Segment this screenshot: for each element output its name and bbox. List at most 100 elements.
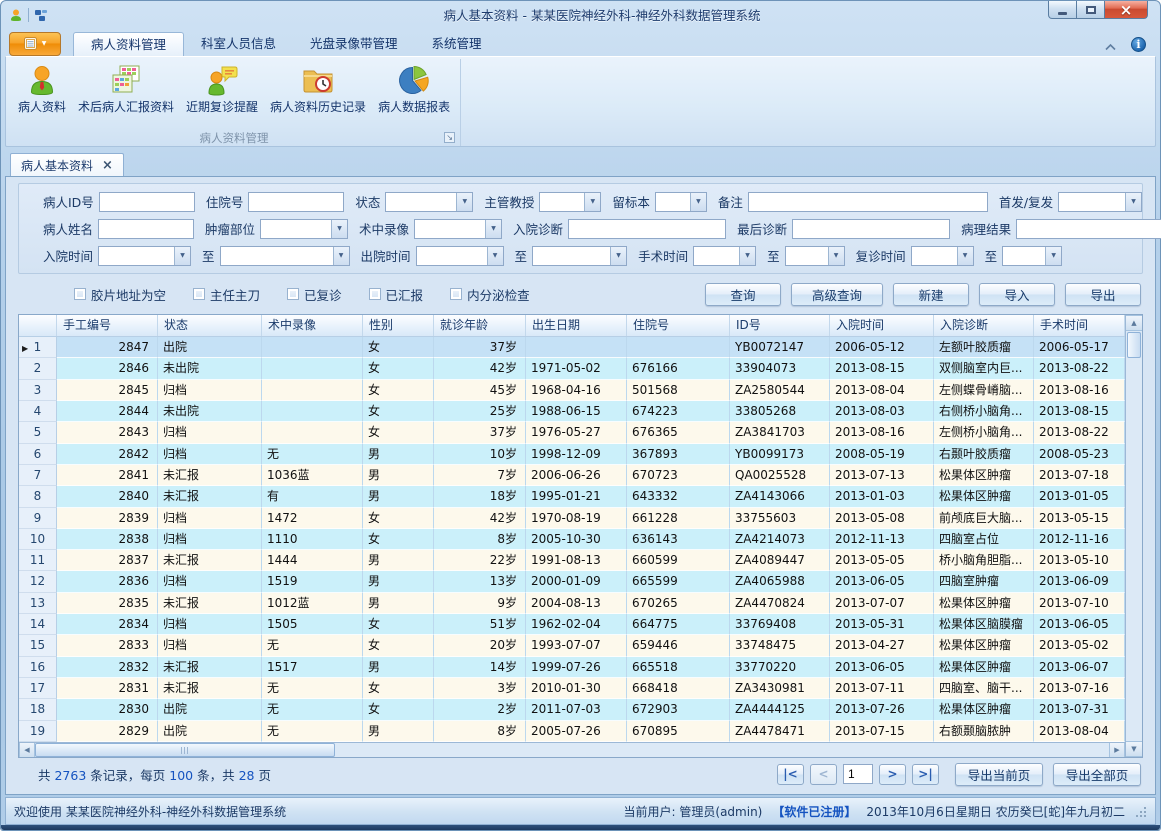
table-row[interactable]: 42844未出院女25岁1988-06-15674223338052682013… xyxy=(19,401,1125,422)
scroll-left-icon[interactable] xyxy=(19,743,35,757)
first-page-button[interactable]: |< xyxy=(777,764,804,785)
table-row[interactable]: 92839归档1472女42岁1970-08-19661228337556032… xyxy=(19,508,1125,529)
ribbon-button-2[interactable]: 术后病人汇报资料 xyxy=(72,59,180,117)
table-row[interactable]: 112837未汇报1444男22岁1991-08-13660599ZA40894… xyxy=(19,550,1125,571)
ribbon-tab-2[interactable]: 科室人员信息 xyxy=(184,32,293,56)
chevron-down-icon[interactable] xyxy=(331,220,347,238)
tab-patient-basic-info[interactable]: 病人基本资料 xyxy=(10,153,124,176)
filter-input-r2-4[interactable] xyxy=(568,219,726,239)
column-header-8[interactable]: 住院号 xyxy=(627,315,730,336)
info-icon[interactable] xyxy=(1131,37,1146,52)
dialog-launcher-icon[interactable] xyxy=(444,132,455,143)
tab-close-icon[interactable] xyxy=(102,158,113,172)
action-button-3[interactable]: 新建 xyxy=(893,283,969,306)
ribbon-button-4[interactable]: 病人资料历史记录 xyxy=(264,59,372,117)
last-page-button[interactable]: >| xyxy=(912,764,939,785)
table-row[interactable]: 142834归档1505女51岁1962-02-0466477533769408… xyxy=(19,614,1125,635)
table-row[interactable]: 182830出院无女2岁2011-07-03672903ZA4444125201… xyxy=(19,699,1125,720)
chevron-down-icon[interactable] xyxy=(1045,247,1061,265)
registered-link[interactable]: 【软件已注册】 xyxy=(772,803,856,820)
checkbox-4[interactable]: 已汇报 xyxy=(369,285,424,304)
page-number-input[interactable] xyxy=(843,764,873,784)
ribbon-collapse-button[interactable] xyxy=(1104,43,1117,51)
chevron-down-icon[interactable] xyxy=(1125,193,1141,211)
next-page-button[interactable]: > xyxy=(879,764,906,785)
action-button-2[interactable]: 高级查询 xyxy=(791,283,883,306)
chevron-down-icon[interactable] xyxy=(690,193,706,211)
action-button-1[interactable]: 查询 xyxy=(705,283,781,306)
scroll-down-icon[interactable] xyxy=(1126,741,1142,757)
column-header-12[interactable]: 手术时间 xyxy=(1034,315,1125,336)
vertical-scrollbar[interactable] xyxy=(1125,315,1142,757)
table-row[interactable]: 122836归档1519男13岁2000-01-09665599ZA406598… xyxy=(19,571,1125,592)
column-header-9[interactable]: ID号 xyxy=(730,315,830,336)
filter-combo-r3-6[interactable] xyxy=(785,246,845,266)
minimize-button[interactable] xyxy=(1048,1,1077,19)
table-row[interactable]: 82840未汇报有男18岁1995-01-21643332ZA414306620… xyxy=(19,486,1125,507)
v-scrollbar-thumb[interactable] xyxy=(1127,332,1141,358)
export-current-page-button[interactable]: 导出当前页 xyxy=(955,763,1043,786)
checkbox-3[interactable]: 已复诊 xyxy=(287,285,342,304)
prev-page-button[interactable]: < xyxy=(810,764,837,785)
ribbon-tab-4[interactable]: 系统管理 xyxy=(415,32,499,56)
ribbon-button-1[interactable]: 病人资料 xyxy=(12,59,72,117)
table-row[interactable]: 172831未汇报无女3岁2010-01-30668418ZA343098120… xyxy=(19,678,1125,699)
filter-combo-r1-4[interactable] xyxy=(539,192,601,212)
filter-input-r2-5[interactable] xyxy=(792,219,950,239)
action-button-4[interactable]: 导入 xyxy=(979,283,1055,306)
table-row[interactable]: 102838归档1110女8岁2005-10-30636143ZA4214073… xyxy=(19,529,1125,550)
ribbon-button-3[interactable]: 近期复诊提醒 xyxy=(180,59,264,117)
maximize-button[interactable] xyxy=(1077,1,1104,19)
chevron-down-icon[interactable] xyxy=(584,193,600,211)
filter-input-r2-1[interactable] xyxy=(98,219,194,239)
column-header-3[interactable]: 状态 xyxy=(158,315,262,336)
filter-combo-r3-2[interactable] xyxy=(220,246,350,266)
checkbox-1[interactable]: 胶片地址为空 xyxy=(74,285,166,304)
filter-combo-r2-2[interactable] xyxy=(260,219,348,239)
column-header-6[interactable]: 就诊年龄 xyxy=(434,315,526,336)
column-header-2[interactable]: 手工编号 xyxy=(57,315,158,336)
chevron-down-icon[interactable] xyxy=(333,247,349,265)
filter-input-r1-2[interactable] xyxy=(248,192,344,212)
table-row[interactable]: 192829出院无男8岁2005-07-26670895ZA4478471201… xyxy=(19,721,1125,742)
checkbox-2[interactable]: 主任主刀 xyxy=(193,285,260,304)
table-row[interactable]: 62842归档无男10岁1998-12-09367893YB0099173200… xyxy=(19,444,1125,465)
scroll-right-icon[interactable] xyxy=(1109,743,1125,757)
v-scrollbar-track[interactable] xyxy=(1126,359,1142,741)
table-row[interactable]: 152833归档无女20岁1993-07-0765944633748475201… xyxy=(19,635,1125,656)
chevron-down-icon[interactable] xyxy=(957,247,973,265)
ribbon-button-5[interactable]: 病人数据报表 xyxy=(372,59,456,117)
column-header-5[interactable]: 性别 xyxy=(363,315,434,336)
ribbon-tab-3[interactable]: 光盘录像带管理 xyxy=(293,32,415,56)
column-header-4[interactable]: 术中录像 xyxy=(262,315,363,336)
table-row[interactable]: 22846未出院女42岁1971-05-02676166339040732013… xyxy=(19,358,1125,379)
chevron-down-icon[interactable] xyxy=(174,247,190,265)
chevron-down-icon[interactable] xyxy=(487,247,503,265)
h-scrollbar-thumb[interactable] xyxy=(35,743,335,757)
table-row[interactable]: 72841未汇报1036蓝男7岁2006-06-26670723QA002552… xyxy=(19,465,1125,486)
app-menu-button[interactable] xyxy=(9,32,61,56)
filter-combo-r3-5[interactable] xyxy=(693,246,756,266)
filter-combo-r2-3[interactable] xyxy=(414,219,502,239)
chevron-down-icon[interactable] xyxy=(739,247,755,265)
filter-combo-r3-3[interactable] xyxy=(416,246,504,266)
action-button-5[interactable]: 导出 xyxy=(1065,283,1141,306)
filter-input-r1-6[interactable] xyxy=(748,192,988,212)
filter-combo-r1-5[interactable] xyxy=(655,192,707,212)
filter-combo-r1-3[interactable] xyxy=(385,192,473,212)
chevron-down-icon[interactable] xyxy=(828,247,844,265)
chevron-down-icon[interactable] xyxy=(610,247,626,265)
h-scrollbar-track[interactable] xyxy=(335,743,1109,757)
app-logo-person-icon[interactable] xyxy=(9,8,23,22)
table-row[interactable]: 12847出院女37岁YB00721472006-05-12左额叶胶质瘤2006… xyxy=(19,337,1125,358)
export-all-pages-button[interactable]: 导出全部页 xyxy=(1053,763,1141,786)
resize-grip[interactable] xyxy=(1133,804,1147,818)
filter-combo-r3-1[interactable] xyxy=(98,246,191,266)
column-header-10[interactable]: 入院时间 xyxy=(830,315,934,336)
filter-combo-r3-4[interactable] xyxy=(532,246,627,266)
horizontal-scrollbar[interactable] xyxy=(19,742,1125,757)
column-header-7[interactable]: 出生日期 xyxy=(526,315,627,336)
checkbox-5[interactable]: 内分泌检查 xyxy=(450,285,530,304)
column-header-11[interactable]: 入院诊断 xyxy=(934,315,1034,336)
filter-combo-r3-8[interactable] xyxy=(1002,246,1062,266)
